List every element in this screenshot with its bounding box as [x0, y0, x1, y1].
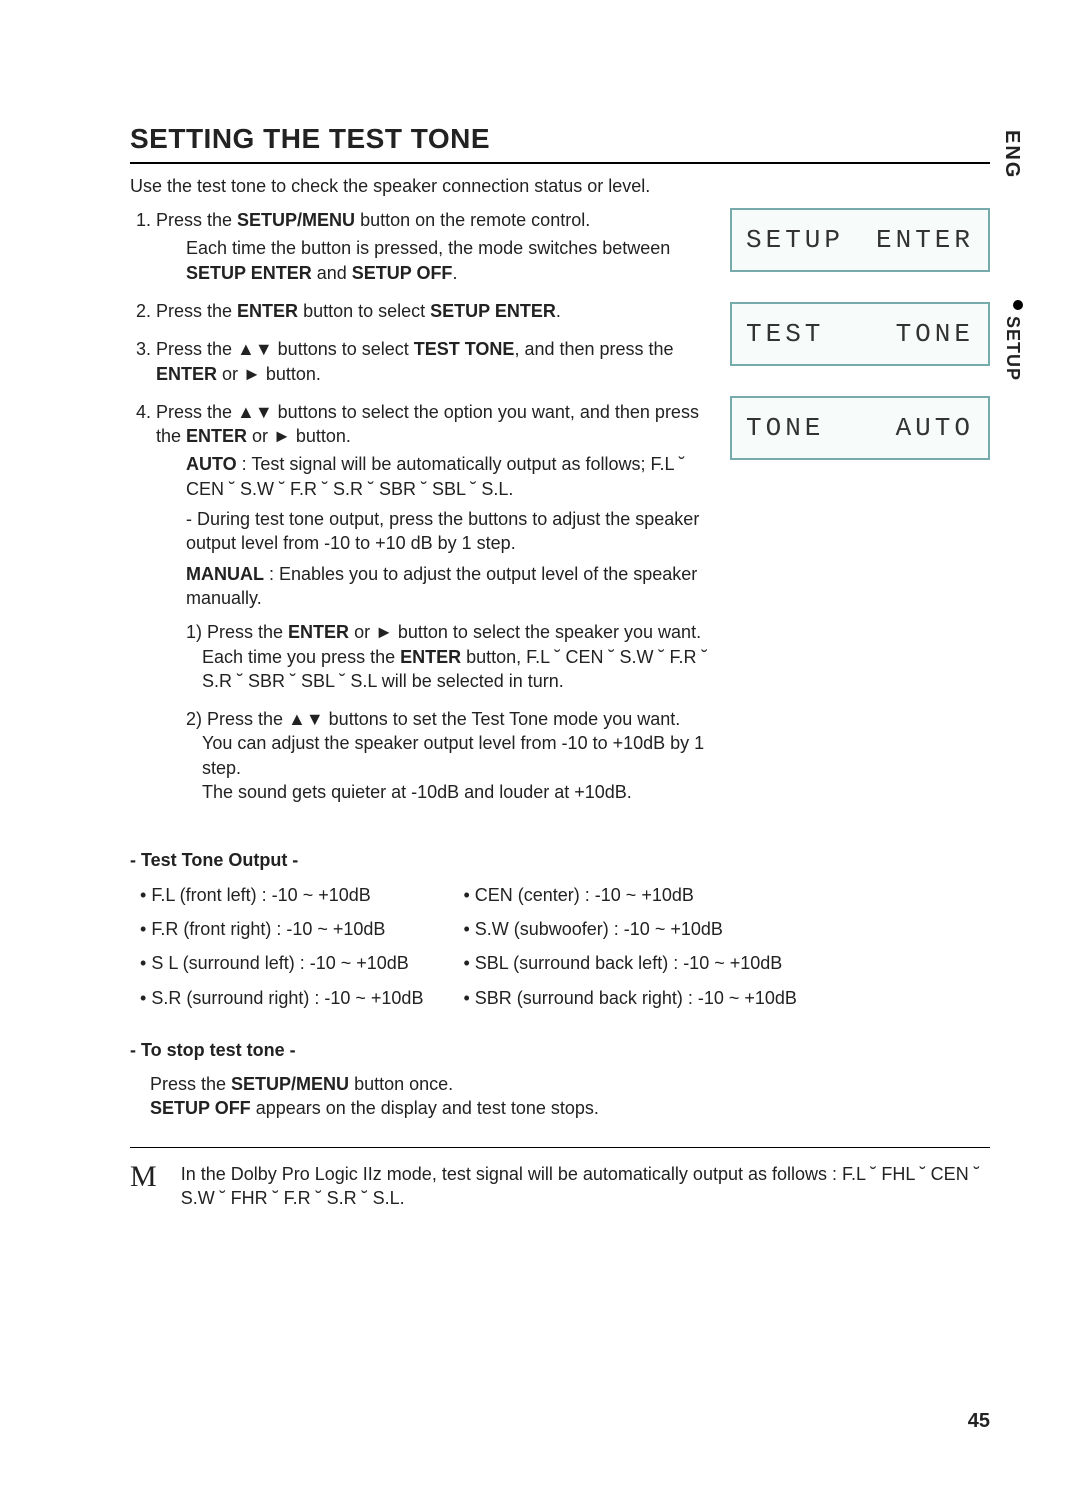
list-item: CEN (center) : -10 ~ +10dB	[463, 883, 796, 907]
side-tab-label: SETUP	[1003, 316, 1023, 381]
list-item: S L (surround left) : -10 ~ +10dB	[140, 951, 423, 975]
test-tone-output-section: - Test Tone Output - F.L (front left) : …	[130, 848, 990, 1019]
list-item: F.R (front right) : -10 ~ +10dB	[140, 917, 423, 941]
step-1: Press the SETUP/MENU button on the remot…	[156, 208, 710, 285]
lcd-right: AUTO	[896, 411, 974, 446]
stop-line-2: SETUP OFF appears on the display and tes…	[150, 1096, 990, 1120]
stop-heading: - To stop test tone -	[130, 1038, 990, 1062]
note-icon: M	[130, 1162, 157, 1192]
page-title: SETTING THE TEST TONE	[130, 120, 990, 164]
intro-text: Use the test tone to check the speaker c…	[130, 174, 990, 198]
list-item: F.L (front left) : -10 ~ +10dB	[140, 883, 423, 907]
step-3: Press the ▲▼ buttons to select TEST TONE…	[156, 337, 710, 386]
step-4-auto: AUTO : Test signal will be automatically…	[186, 452, 710, 501]
list-item: S.R (surround right) : -10 ~ +10dB	[140, 986, 423, 1010]
stop-test-tone-section: - To stop test tone - Press the SETUP/ME…	[130, 1038, 990, 1121]
list-item: S.W (subwoofer) : -10 ~ +10dB	[463, 917, 796, 941]
lcd-left: SETUP	[746, 223, 844, 258]
tone-output-heading: - Test Tone Output -	[130, 848, 990, 872]
bullet-icon	[1013, 300, 1023, 310]
step-4-manual-2: 2) Press the ▲▼ buttons to set the Test …	[186, 707, 710, 804]
step-4-auto-note: - During test tone output, press the but…	[186, 507, 710, 556]
lcd-display-3: TONE AUTO	[730, 396, 990, 460]
list-item: SBR (surround back right) : -10 ~ +10dB	[463, 986, 796, 1010]
step-1-sub: Each time the button is pressed, the mod…	[186, 236, 710, 285]
stop-line-1: Press the SETUP/MENU button once.	[150, 1072, 990, 1096]
step-2: Press the ENTER button to select SETUP E…	[156, 299, 710, 323]
page-number: 45	[968, 1408, 990, 1435]
divider	[130, 1147, 990, 1148]
tone-output-col-a: F.L (front left) : -10 ~ +10dB F.R (fron…	[140, 883, 423, 1020]
footnote: M In the Dolby Pro Logic IIz mode, test …	[130, 1162, 990, 1211]
lcd-right: ENTER	[876, 223, 974, 258]
step-4: Press the ▲▼ buttons to select the optio…	[156, 400, 710, 804]
tone-output-col-b: CEN (center) : -10 ~ +10dB S.W (subwoofe…	[463, 883, 796, 1020]
step-4-manual: MANUAL : Enables you to adjust the outpu…	[186, 562, 710, 611]
lcd-display-2: TEST TONE	[730, 302, 990, 366]
note-text: In the Dolby Pro Logic IIz mode, test si…	[181, 1162, 990, 1211]
lcd-left: TEST	[746, 317, 824, 352]
steps-list: Press the SETUP/MENU button on the remot…	[130, 208, 710, 804]
list-item: SBL (surround back left) : -10 ~ +10dB	[463, 951, 796, 975]
lcd-display-1: SETUP ENTER	[730, 208, 990, 272]
lcd-left: TONE	[746, 411, 824, 446]
lcd-right: TONE	[896, 317, 974, 352]
step-4-manual-1: 1) Press the ENTER or ► button to select…	[186, 620, 710, 693]
side-language-tab: ENG	[998, 130, 1025, 179]
side-section-tab: SETUP	[1001, 300, 1025, 381]
